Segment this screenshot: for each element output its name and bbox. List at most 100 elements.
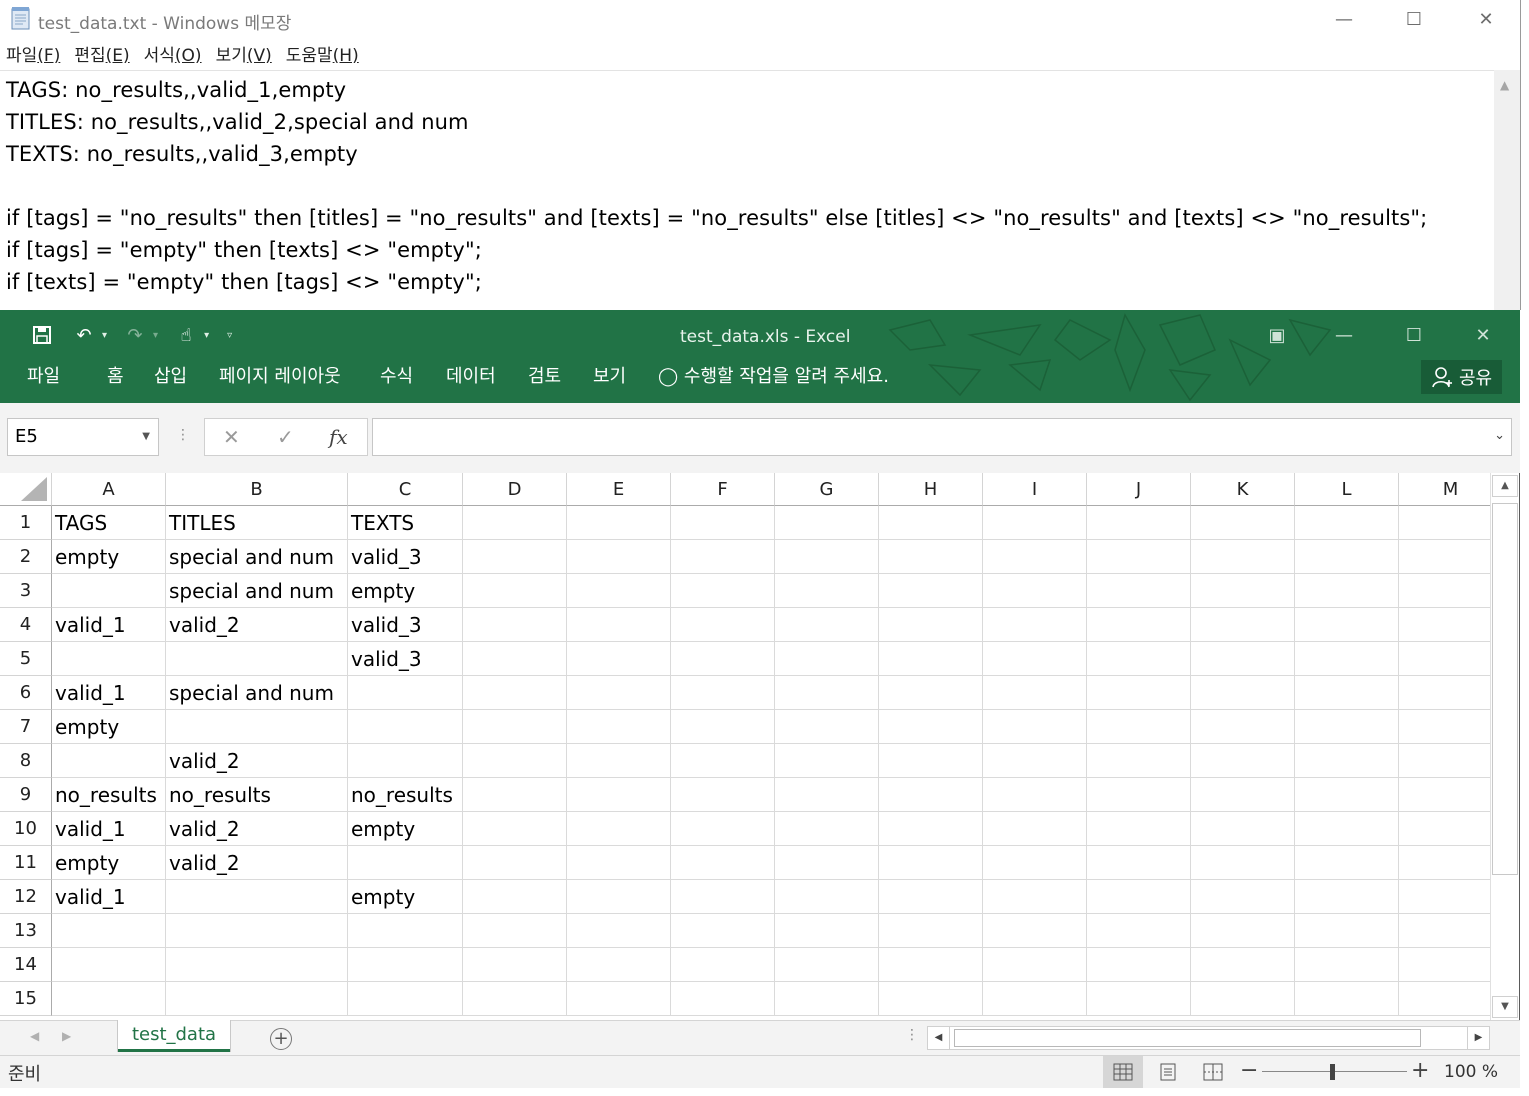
row-header[interactable]: 6 [0,676,52,710]
cell[interactable]: valid_1 [52,676,166,710]
menu-edit[interactable]: 편집(E) [68,43,137,69]
cell[interactable] [52,948,166,982]
cell[interactable] [1191,506,1295,540]
cell[interactable] [1087,914,1191,948]
cell[interactable] [1087,608,1191,642]
cell[interactable] [567,642,671,676]
chevron-down-icon[interactable]: ⌄ [1494,428,1505,443]
scroll-up-icon[interactable]: ▲ [1500,78,1509,92]
cell[interactable] [1191,846,1295,880]
cell[interactable] [671,676,775,710]
cell[interactable]: TITLES [166,506,348,540]
cell[interactable] [1191,642,1295,676]
cell[interactable]: valid_3 [348,608,463,642]
cell[interactable] [166,914,348,948]
cell[interactable] [1295,880,1399,914]
cell[interactable] [1295,846,1399,880]
cell[interactable] [1087,676,1191,710]
zoom-level[interactable]: 100 % [1444,1062,1498,1082]
cell[interactable] [348,914,463,948]
cell[interactable] [1087,506,1191,540]
cell[interactable] [1295,778,1399,812]
row-header[interactable]: 14 [0,948,52,982]
close-icon[interactable]: ✕ [1458,0,1514,38]
zoom-out-icon[interactable]: − [1240,1058,1258,1083]
cell[interactable] [463,744,567,778]
cell[interactable] [775,676,879,710]
cell[interactable] [879,880,983,914]
share-button[interactable]: 공유 [1421,360,1502,394]
cell[interactable] [879,812,983,846]
cell[interactable] [1295,982,1399,1016]
notepad-titlebar[interactable]: test_data.txt - Windows 메모장 — ☐ ✕ [0,0,1520,40]
cell[interactable] [1399,914,1490,948]
cell[interactable]: empty [52,846,166,880]
cell[interactable] [879,676,983,710]
cell[interactable] [166,880,348,914]
cell[interactable] [983,744,1087,778]
cell[interactable] [1399,982,1490,1016]
cell[interactable] [1295,676,1399,710]
cell[interactable] [983,574,1087,608]
cell[interactable] [983,880,1087,914]
cell[interactable] [671,710,775,744]
cell[interactable] [983,608,1087,642]
cell[interactable] [1295,948,1399,982]
cell[interactable] [1295,710,1399,744]
cell[interactable] [463,880,567,914]
row-header[interactable]: 12 [0,880,52,914]
cell[interactable] [1191,778,1295,812]
row-header[interactable]: 15 [0,982,52,1016]
cell[interactable]: valid_2 [166,812,348,846]
cell[interactable] [52,642,166,676]
cell[interactable] [1295,812,1399,846]
redo-icon[interactable]: ↷ [121,321,149,349]
cell[interactable] [1295,608,1399,642]
cell[interactable] [1399,710,1490,744]
minimize-icon[interactable]: — [1316,0,1372,38]
column-header[interactable]: D [463,473,567,506]
cell[interactable]: TEXTS [348,506,463,540]
select-all-button[interactable] [0,473,52,506]
cell[interactable] [567,846,671,880]
cell[interactable] [463,710,567,744]
column-header[interactable]: C [348,473,463,506]
tab-insert[interactable]: 삽입 [154,362,187,392]
cell[interactable] [1087,642,1191,676]
cell[interactable]: no_results [348,778,463,812]
tab-review[interactable]: 검토 [528,362,561,392]
ribbon-display-icon[interactable]: ▣ [1255,318,1299,352]
cell[interactable] [567,574,671,608]
normal-view-icon[interactable] [1103,1056,1143,1088]
cell[interactable] [775,880,879,914]
cell[interactable] [879,642,983,676]
cell[interactable] [1191,914,1295,948]
touch-mode-icon[interactable]: ☝ [172,321,200,349]
scroll-right-icon[interactable]: ▶ [1467,1027,1489,1049]
cell[interactable]: valid_3 [348,642,463,676]
cell[interactable] [775,948,879,982]
scroll-left-icon[interactable]: ◀ [928,1027,950,1049]
scroll-thumb[interactable] [1492,503,1518,875]
cell[interactable]: empty [348,880,463,914]
cell[interactable]: valid_3 [348,540,463,574]
tab-file[interactable]: 파일 [27,362,60,392]
cell[interactable] [879,608,983,642]
maximize-icon[interactable]: ☐ [1386,0,1442,38]
row-header[interactable]: 8 [0,744,52,778]
cell[interactable] [1399,880,1490,914]
cell[interactable] [775,642,879,676]
cell[interactable] [1399,642,1490,676]
horizontal-scrollbar[interactable]: ◀ ▶ [927,1026,1490,1050]
cell[interactable] [879,540,983,574]
cell[interactable] [52,574,166,608]
undo-icon[interactable]: ↶ [70,321,98,349]
row-header[interactable]: 13 [0,914,52,948]
notepad-vertical-scrollbar[interactable]: ▲ [1494,70,1520,310]
cell[interactable] [775,540,879,574]
cell[interactable] [1191,574,1295,608]
cell[interactable] [983,914,1087,948]
cell[interactable]: special and num [166,574,348,608]
save-icon[interactable] [28,321,56,349]
cell[interactable] [567,506,671,540]
